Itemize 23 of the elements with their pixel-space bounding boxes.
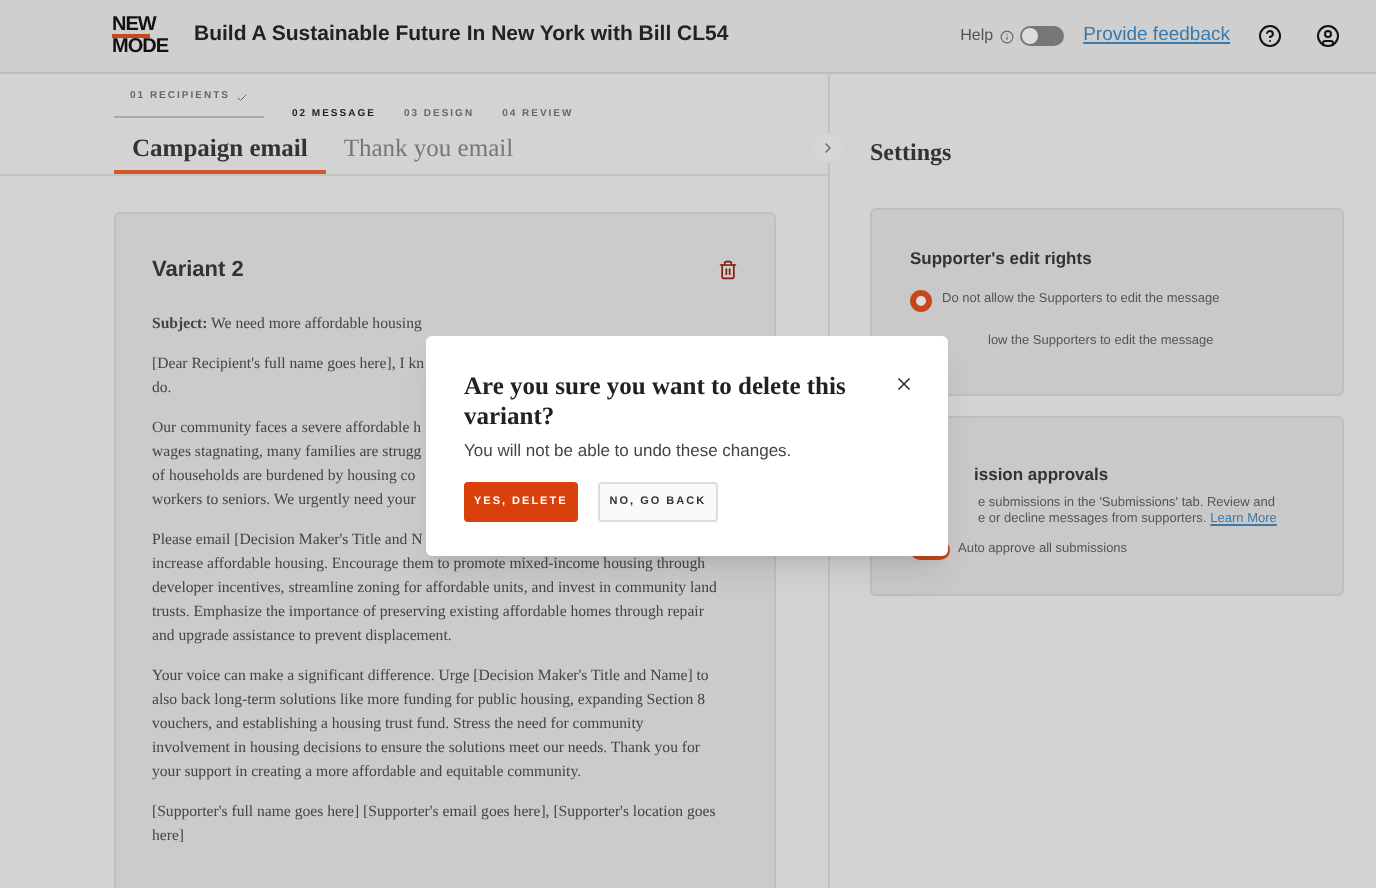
variant-title: Variant 2 xyxy=(152,256,244,286)
logo-text: NEW xyxy=(112,16,159,34)
dialog-message: You will not be able to undo these changes. xyxy=(464,438,794,464)
help-toggle[interactable] xyxy=(1019,26,1064,46)
dialog-title: Are you sure you want to delete this variant? xyxy=(464,372,848,432)
email-tab[interactable]: Campaign email xyxy=(114,126,326,174)
chevron-right-icon xyxy=(820,140,836,156)
radio-button[interactable] xyxy=(910,289,932,312)
help-label: Help xyxy=(960,24,994,48)
info-icon xyxy=(999,29,1014,43)
account-icon[interactable] xyxy=(1316,24,1340,48)
section-title: Supporter's edit rights xyxy=(910,246,1094,272)
email-tab[interactable]: Thank you email xyxy=(325,126,532,174)
check-icon xyxy=(235,91,248,104)
settings-title: Settings xyxy=(870,136,954,170)
section-title: ission approvals xyxy=(974,462,1109,488)
campaign-title: Build A Sustainable Future In New York with Bill CL54 xyxy=(194,20,729,51)
help-icon[interactable] xyxy=(1258,24,1282,48)
close-button[interactable] xyxy=(894,374,914,394)
close-icon xyxy=(894,374,914,394)
feedback-link[interactable]: Provide feedback xyxy=(1083,21,1230,51)
trash-icon[interactable] xyxy=(718,260,738,281)
logo-text: MODE xyxy=(112,38,168,56)
